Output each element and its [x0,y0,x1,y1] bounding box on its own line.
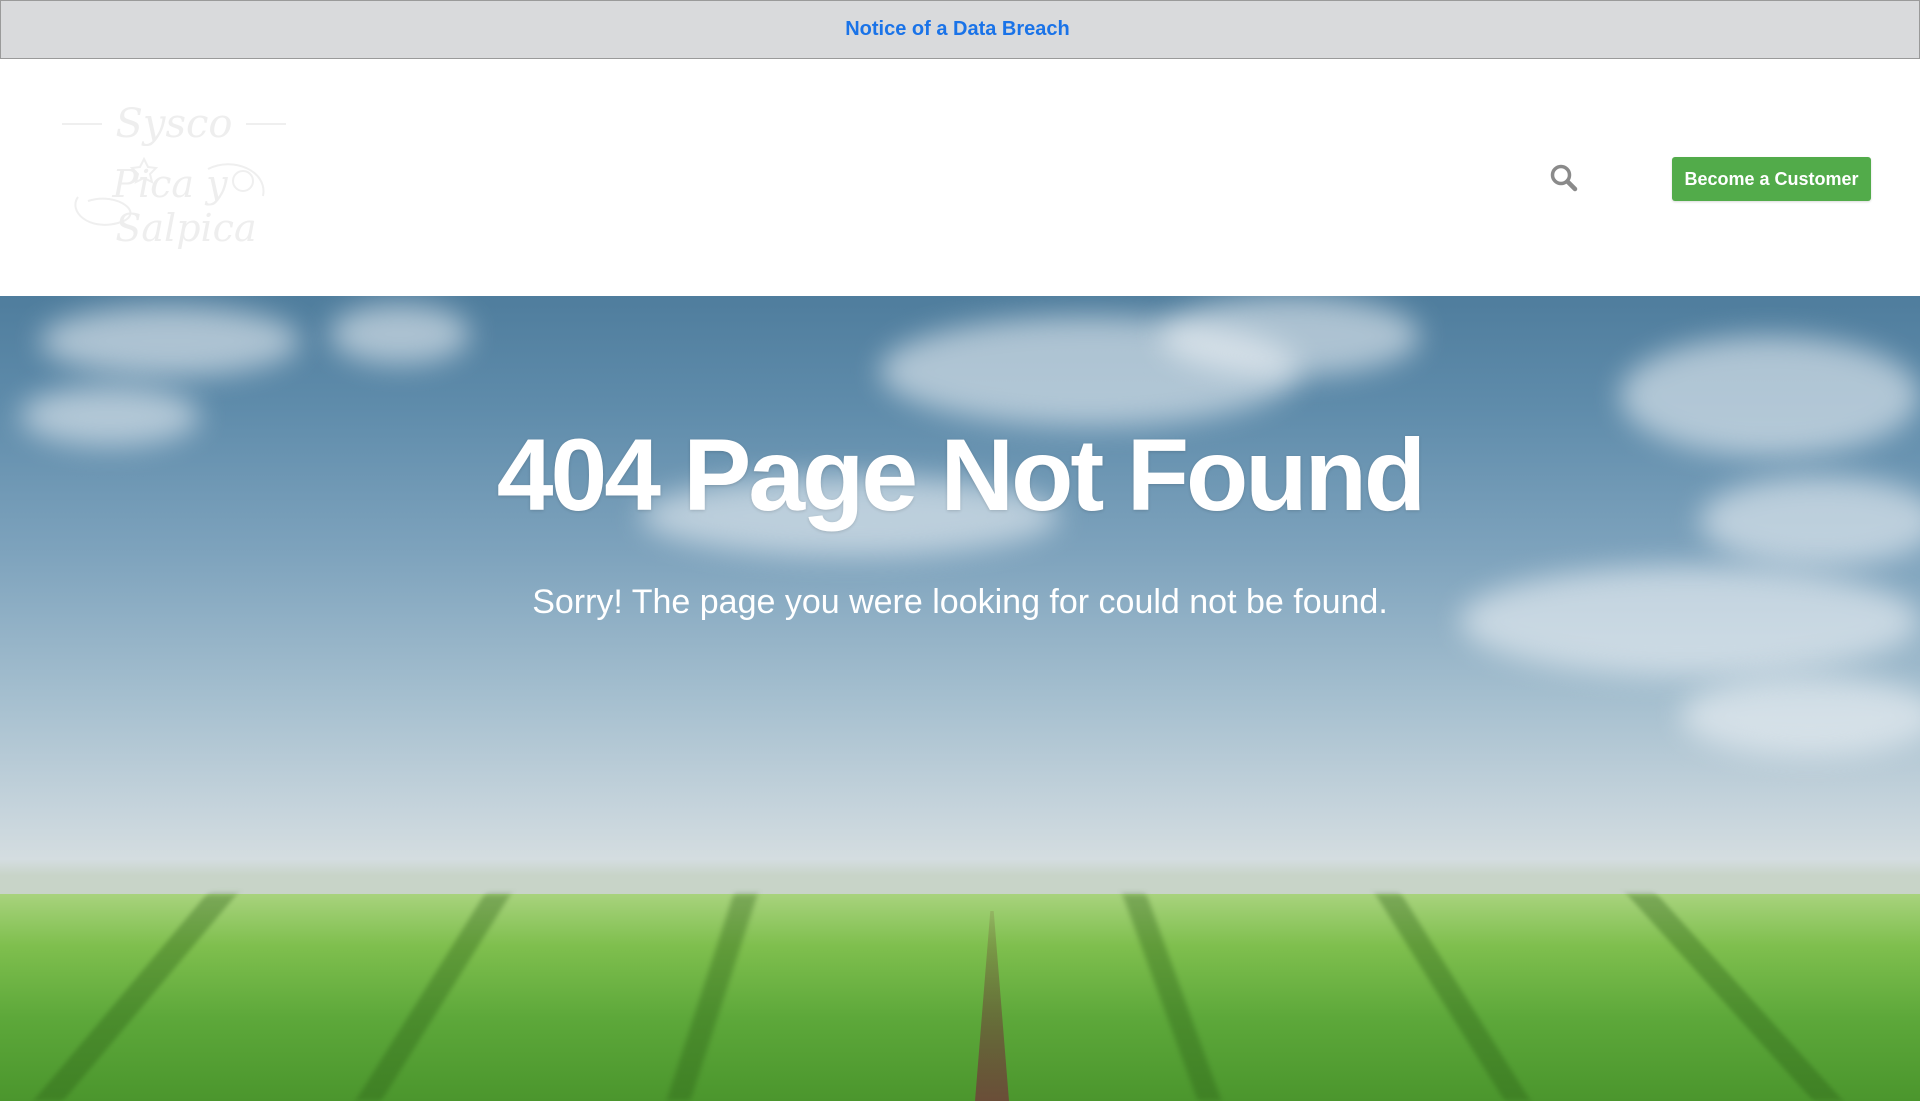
crop-row [1122,894,1222,1101]
become-a-customer-button[interactable]: Become a Customer [1672,157,1871,201]
search-button[interactable] [1546,160,1582,196]
crop-row [666,894,758,1101]
data-breach-notice-link[interactable]: Notice of a Data Breach [845,18,1070,41]
logo-image: Sysco Pica y Salpica [62,101,286,250]
search-icon [1550,164,1578,192]
crop-row [355,894,511,1101]
cloud [40,306,300,376]
page-subtitle: Sorry! The page you were looking for cou… [532,583,1388,621]
cloud [1160,296,1420,376]
svg-text:Salpica: Salpica [115,206,256,250]
cloud [330,304,470,364]
notice-bar: Notice of a Data Breach [0,0,1920,59]
crop-field [0,894,1920,1101]
svg-text:Sysco: Sysco [115,101,232,147]
crop-row [1626,894,1844,1101]
logo[interactable]: Sysco Pica y Salpica [58,101,294,261]
site-header: Sysco Pica y Salpica Become a Customer [0,59,1920,296]
page-title: 404 Page Not Found [496,418,1426,532]
crop-row [1375,894,1531,1101]
hero-banner: 404 Page Not Found Sorry! The page you w… [0,296,1920,1101]
crop-row [33,894,237,1101]
cloud [1680,676,1920,756]
svg-text:Pica y: Pica y [111,162,228,206]
